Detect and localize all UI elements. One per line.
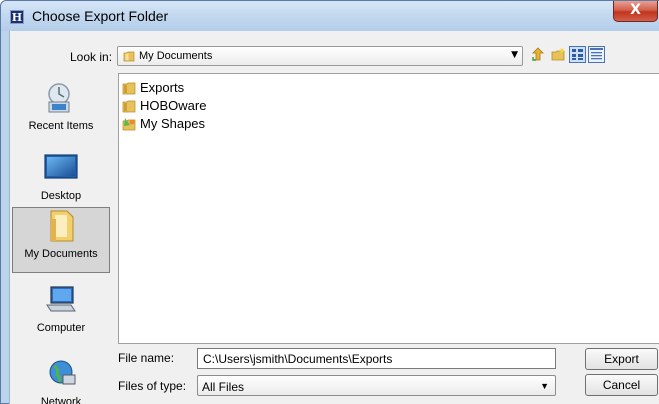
- place-label: My Documents: [24, 248, 98, 260]
- file-name: Exports: [140, 80, 185, 95]
- folder-icon: [122, 82, 136, 94]
- place-computer[interactable]: Computer: [12, 283, 110, 335]
- chevron-down-icon: ▼: [540, 381, 549, 391]
- my-documents-icon: [50, 210, 74, 242]
- create-new-folder-icon[interactable]: [550, 46, 567, 63]
- dialog-body: Look in: My Documents ▼ Recent Items Des…: [9, 31, 659, 404]
- file-type-label: Files of type:: [118, 379, 187, 393]
- list-item[interactable]: Exports: [122, 79, 184, 96]
- file-type-dropdown[interactable]: All Files ▼: [197, 375, 556, 396]
- folder-icon: [122, 100, 136, 112]
- place-network[interactable]: Network: [12, 357, 110, 404]
- list-item[interactable]: HOBOware: [122, 97, 206, 114]
- file-name: HOBOware: [140, 98, 207, 113]
- export-button[interactable]: Export: [585, 348, 658, 370]
- list-view-icon[interactable]: [569, 46, 586, 63]
- look-in-dropdown[interactable]: My Documents ▼: [117, 46, 523, 66]
- title-bar[interactable]: H Choose Export Folder X: [1, 1, 659, 31]
- file-name: My Shapes: [140, 116, 206, 131]
- file-name-field[interactable]: [197, 348, 556, 369]
- place-desktop[interactable]: Desktop: [12, 151, 110, 203]
- computer-icon: [46, 286, 76, 312]
- recent-items-icon: [48, 83, 70, 113]
- app-icon: H: [10, 10, 24, 24]
- cancel-button[interactable]: Cancel: [585, 374, 658, 396]
- folder-icon: [123, 51, 135, 62]
- chevron-down-icon: ▼: [511, 50, 518, 60]
- close-icon: X: [630, 2, 641, 18]
- up-one-level-icon[interactable]: [530, 46, 547, 63]
- place-label: Network: [40, 396, 82, 404]
- file-list[interactable]: Exports HOBOware My Shapes: [118, 73, 659, 344]
- file-type-value: All Files: [202, 380, 245, 394]
- place-recent-items[interactable]: Recent Items: [12, 81, 110, 133]
- list-item[interactable]: My Shapes: [122, 115, 205, 132]
- places-bar: Recent Items Desktop My Documents Comput…: [10, 73, 110, 404]
- dialog-window: H Choose Export Folder X Look in: My Doc…: [0, 0, 659, 404]
- place-label: Recent Items: [28, 120, 94, 132]
- file-name-label: File name:: [118, 351, 175, 365]
- look-in-label: Look in:: [70, 50, 113, 64]
- shapes-folder-icon: [122, 117, 136, 130]
- close-button[interactable]: X: [613, 1, 658, 22]
- window-title: Choose Export Folder: [32, 8, 169, 24]
- details-view-icon[interactable]: [588, 46, 605, 63]
- network-icon: [49, 360, 76, 385]
- desktop-icon: [44, 154, 78, 179]
- place-label: Computer: [36, 322, 86, 334]
- place-label: Desktop: [40, 190, 82, 202]
- look-in-value: My Documents: [139, 50, 213, 62]
- place-my-documents[interactable]: My Documents: [12, 207, 110, 273]
